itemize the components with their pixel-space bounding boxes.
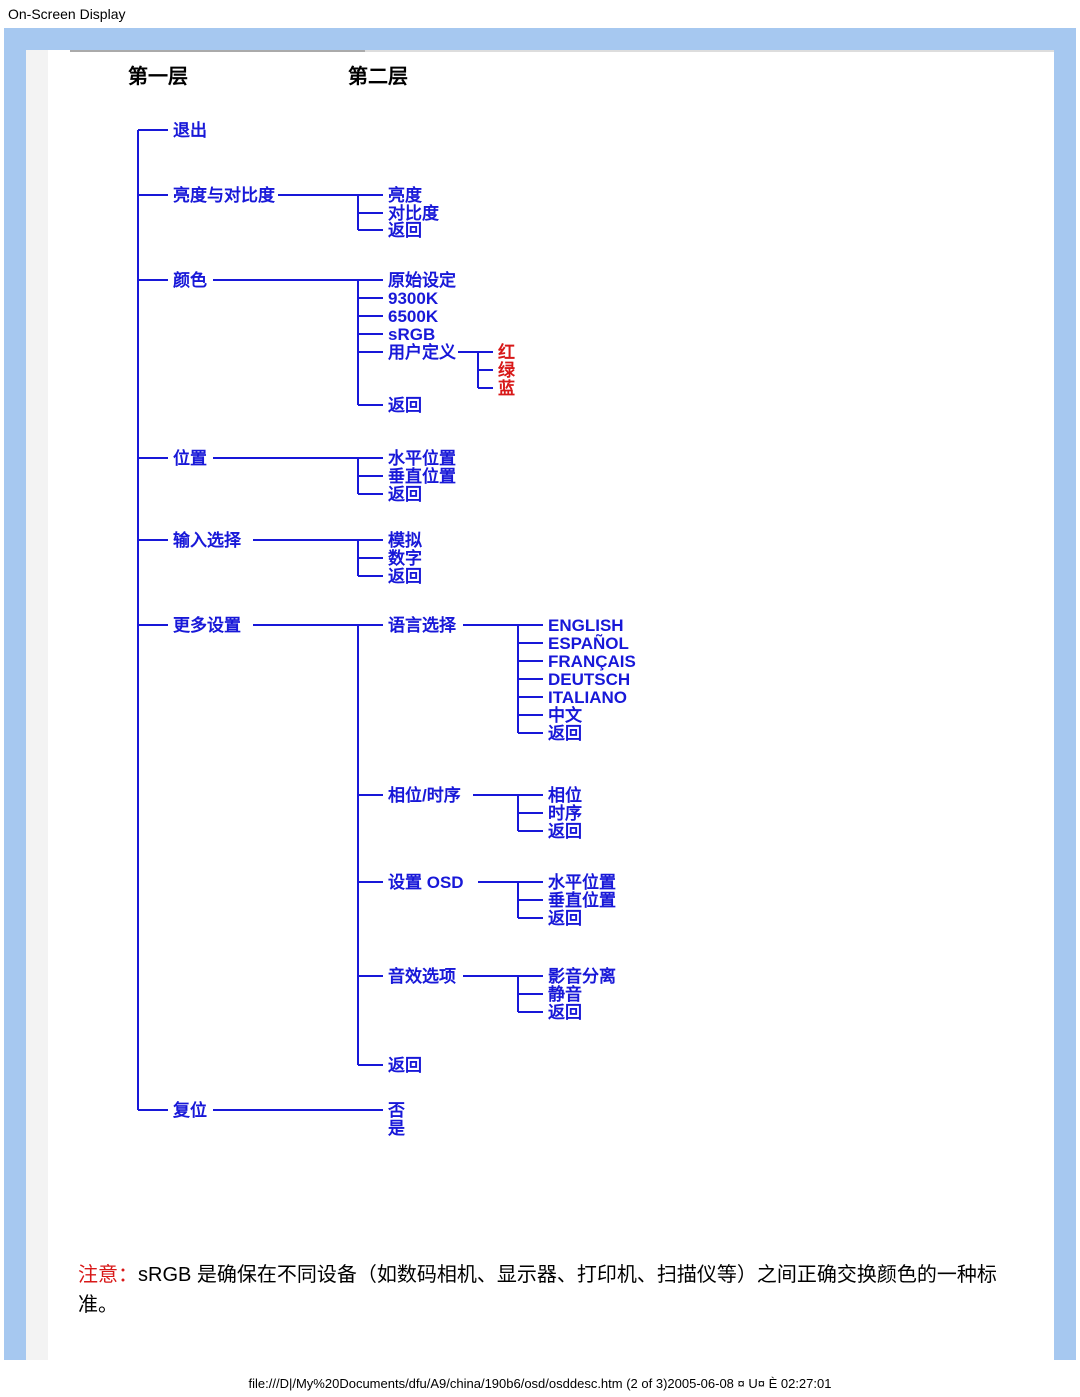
header-level-1: 第一层 [128,60,188,89]
item-back: 返回 [548,822,582,841]
item-clock: 时序 [548,803,582,823]
item-back: 返回 [388,567,422,586]
item-back: 返回 [388,396,422,415]
menu-input-select: 输入选择 [173,530,242,550]
item-back: 返回 [548,1003,582,1022]
menu-exit: 退出 [173,120,207,140]
item-audio: 音效选项 [388,966,456,986]
osd-tree-diagram: 退出 亮度与对比度 亮度 对比度 返回 颜色 原始设定 9300K 6500K [78,100,978,1200]
lang-chinese: 中文 [548,705,583,725]
menu-color: 颜色 [173,270,207,290]
item-osd-h: 水平位置 [548,872,616,892]
item-9300k: 9300K [388,289,439,308]
item-analog: 模拟 [388,530,422,550]
note-prefix: 注意： [78,1264,138,1286]
item-v-position: 垂直位置 [388,466,456,486]
footer-path: file:///D|/My%20Documents/dfu/A9/china/1… [0,1376,1080,1391]
note-text: 注意：sRGB 是确保在不同设备（如数码相机、显示器、打印机、扫描仪等）之间正确… [78,1260,1024,1320]
item-brightness: 亮度 [388,185,423,205]
item-language: 语言选择 [388,615,457,635]
item-digital: 数字 [388,548,422,568]
lang-back: 返回 [548,724,582,743]
item-contrast: 对比度 [388,203,440,223]
lang-italiano: ITALIANO [548,688,627,707]
item-av-separate: 影音分离 [548,966,616,986]
item-user-defined: 用户定义 [388,342,456,362]
menu-reset: 复位 [172,1100,207,1120]
item-green: 绿 [498,360,516,380]
item-h-position: 水平位置 [388,448,456,468]
item-mute: 静音 [548,984,582,1004]
scroll-indicator [70,50,1054,52]
header-level-2: 第二层 [348,60,408,89]
item-osd-settings: 设置 OSD [388,873,464,892]
item-6500k: 6500K [388,307,439,326]
item-back: 返回 [388,221,422,240]
lang-deutsch: DEUTSCH [548,670,630,689]
lang-francais: FRANÇAIS [548,652,636,671]
lang-english: ENGLISH [548,616,624,635]
item-back: 返回 [388,1056,422,1075]
item-osd-v: 垂直位置 [548,890,616,910]
item-yes: 是 [388,1119,405,1138]
item-back: 返回 [388,485,422,504]
item-phase: 相位 [548,785,582,805]
menu-more-settings: 更多设置 [173,615,241,635]
item-original: 原始设定 [388,270,456,290]
menu-brightness-contrast: 亮度与对比度 [173,185,276,205]
page-title: On-Screen Display [0,0,1080,28]
item-srgb: sRGB [388,325,435,344]
item-back: 返回 [548,909,582,928]
document-frame: 第一层 第二层 退出 亮度与对比度 亮度 对比度 返回 颜色 [4,28,1076,1360]
item-blue: 蓝 [498,379,515,398]
item-no: 否 [387,1101,405,1120]
menu-position: 位置 [173,448,207,468]
note-body: sRGB 是确保在不同设备（如数码相机、显示器、打印机、扫描仪等）之间正确交换颜… [78,1264,997,1316]
item-red: 红 [498,342,515,362]
item-phase-clock: 相位/时序 [388,785,461,805]
lang-espanol: ESPAÑOL [548,633,629,653]
